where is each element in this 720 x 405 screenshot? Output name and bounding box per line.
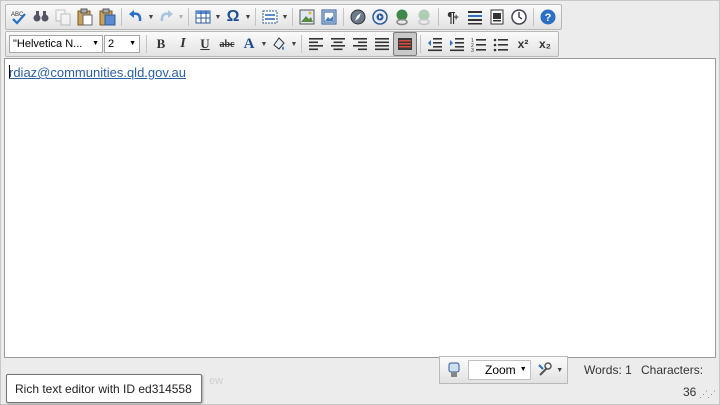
tooltip-text: Rich text editor with ID ed314558 [15,381,192,396]
media-icon[interactable] [369,6,391,28]
special-character-icon[interactable]: Ω [222,6,244,28]
strikethrough-button[interactable]: abc [216,33,238,55]
indent-icon[interactable] [446,33,468,55]
spellcheck-icon[interactable]: ABC [8,6,30,28]
undo-icon[interactable] [125,6,147,28]
svg-text:?: ? [545,12,552,24]
subscript-button[interactable]: x₂ [534,33,556,55]
unlink-icon[interactable] [413,6,435,28]
toolbar-group-format: "Helvetica N... ▼ 2 ▼ B I U abc A ▼ ▼ 1 … [5,31,559,57]
tools-icon[interactable] [534,359,556,381]
svg-text:3: 3 [471,48,474,53]
toolbar-separator [438,8,439,26]
toolbar-separator [121,8,122,26]
layout-dropdown-icon[interactable]: ▼ [281,6,289,28]
underline-button[interactable]: U [194,33,216,55]
preview-icon[interactable] [443,359,465,381]
text-color-button[interactable]: A [238,33,260,55]
toolbar-separator [255,8,256,26]
font-family-select[interactable]: "Helvetica N... ▼ [9,35,103,53]
table-dropdown-icon[interactable]: ▼ [214,6,222,28]
special-character-dropdown-icon[interactable]: ▼ [244,6,252,28]
toolbar-separator [343,8,344,26]
image-gallery-icon[interactable] [318,6,340,28]
redo-icon[interactable] [155,6,177,28]
superscript-button[interactable]: x² [512,33,534,55]
email-link[interactable]: rdiaz@communities.qld.gov.au [9,65,186,80]
toolbar-separator [146,35,147,53]
zoom-toolbar: Zoom ▼ ▼ [439,356,568,384]
align-left-icon[interactable] [305,33,327,55]
align-justify-icon[interactable] [371,33,393,55]
highlight-dropdown-icon[interactable]: ▼ [290,33,298,55]
find-icon[interactable] [30,6,52,28]
zoom-select[interactable]: Zoom ▼ [468,360,531,380]
numbered-list-icon[interactable]: 123 [468,33,490,55]
font-size-value: 2 [108,38,115,50]
editor-content-area[interactable]: rdiaz@communities.qld.gov.au [4,58,716,358]
toolbar-separator [533,8,534,26]
toolbar-separator [420,35,421,53]
toolbar-separator [188,8,189,26]
zoom-label: Zoom [485,363,516,377]
toolbar-separator [301,35,302,53]
toolbar-row-2: "Helvetica N... ▼ 2 ▼ B I U abc A ▼ ▼ 1 … [5,31,561,57]
tooltip: Rich text editor with ID ed314558 [6,374,202,403]
font-size-select[interactable]: 2 ▼ [104,35,140,53]
word-count: Words: 1 [584,363,632,377]
resize-grip-icon[interactable]: ⋰⋰ [699,389,716,400]
style-button-active[interactable] [393,32,417,56]
copy-icon[interactable] [52,6,74,28]
chevron-down-icon: ▼ [129,40,136,47]
chevron-down-icon: ▼ [92,40,99,47]
hyperlink-icon[interactable] [391,6,413,28]
redo-dropdown-icon[interactable]: ▼ [177,6,185,28]
bold-button[interactable]: B [150,33,172,55]
justify-icon[interactable] [464,6,486,28]
align-right-icon[interactable] [349,33,371,55]
undo-dropdown-icon[interactable]: ▼ [147,6,155,28]
faded-tab-label: ew [209,375,224,387]
align-center-icon[interactable] [327,33,349,55]
character-count-label: Characters: [641,363,704,377]
image-icon[interactable] [296,6,318,28]
paragraph-icon[interactable]: ¶ + [442,6,464,28]
chevron-down-icon: ▼ [519,366,527,373]
italic-button[interactable]: I [172,33,194,55]
outdent-icon[interactable] [424,33,446,55]
font-family-value: "Helvetica N... [13,38,83,50]
tools-dropdown-icon[interactable]: ▼ [556,359,564,381]
compass-link-icon[interactable] [347,6,369,28]
template-icon[interactable] [486,6,508,28]
paste-text-icon[interactable] [96,6,118,28]
character-count-value: 36 [683,385,697,399]
toolbar-separator [292,8,293,26]
time-icon[interactable] [508,6,530,28]
toolbar-group-edit: ABC ▼ ▼ ▼ Ω ▼ ▼ ¶ + ? [5,4,562,30]
table-icon[interactable] [192,6,214,28]
rich-text-editor: ABC ▼ ▼ ▼ Ω ▼ ▼ ¶ + ? "Helvetica N... ▼ … [0,0,720,405]
paste-icon[interactable] [74,6,96,28]
highlight-color-icon[interactable] [268,33,290,55]
layout-icon[interactable] [259,6,281,28]
text-color-dropdown-icon[interactable]: ▼ [260,33,268,55]
toolbar-row-1: ABC ▼ ▼ ▼ Ω ▼ ▼ ¶ + ? [5,4,564,30]
help-icon[interactable]: ? [537,6,559,28]
bullet-list-icon[interactable] [490,33,512,55]
